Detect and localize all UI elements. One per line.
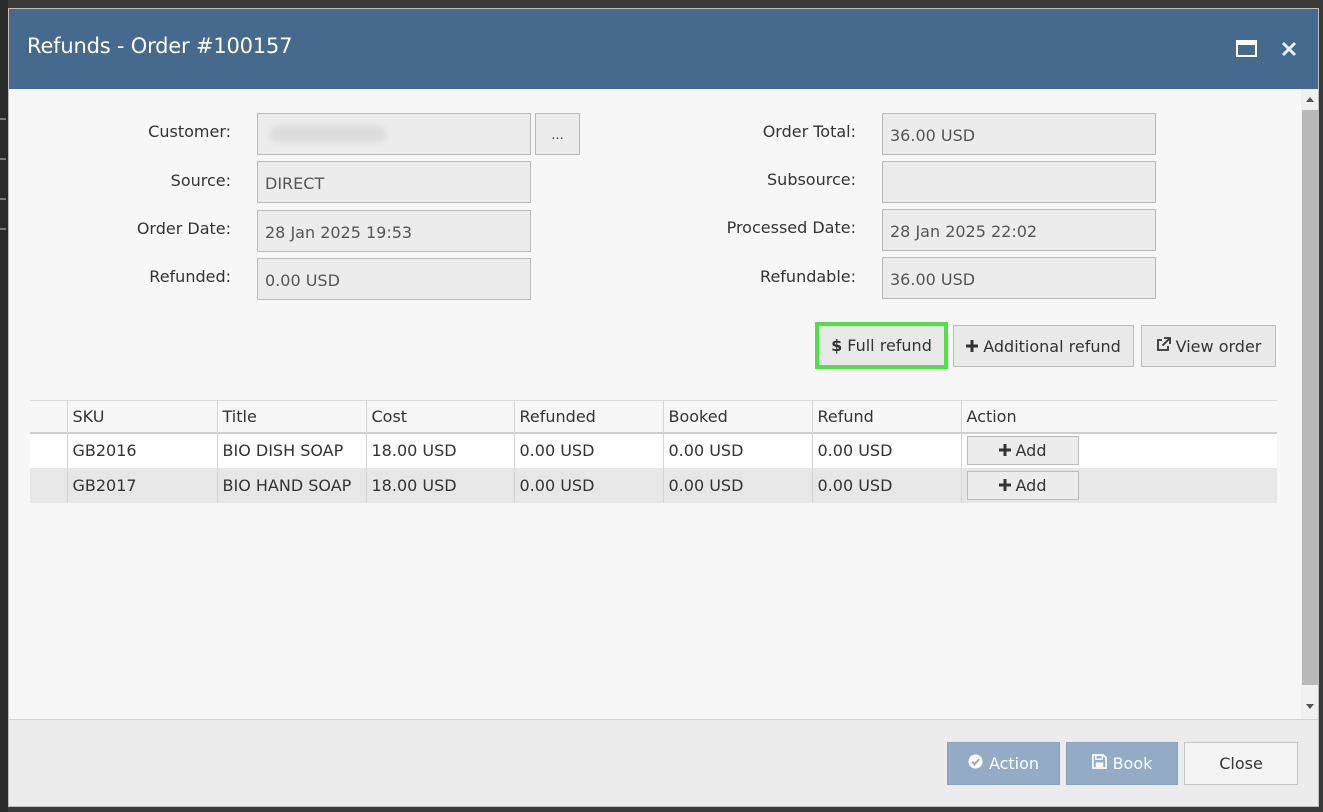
close-icon[interactable] [1277, 37, 1301, 61]
table-header-row: SKU Title Cost Refunded Booked Refund Ac… [30, 400, 1277, 434]
refund-cell: 0.00 USD [812, 432, 962, 468]
column-header-action: Action [961, 400, 1277, 434]
refunded-cell: 0.00 USD [514, 467, 664, 503]
additional-refund-label: Additional refund [983, 336, 1121, 356]
title-cell: BIO HAND SOAP [217, 467, 367, 503]
table-row[interactable]: GB2017 BIO HAND SOAP 18.00 USD 0.00 USD … [30, 467, 1277, 503]
add-item-label: Add [1015, 475, 1047, 495]
view-order-label: View order [1175, 336, 1262, 356]
backdrop-mark [0, 118, 6, 120]
additional-refund-button[interactable]: Additional refund [953, 325, 1134, 367]
dollar-icon: $ [831, 336, 843, 355]
column-header-cost[interactable]: Cost [366, 400, 515, 434]
full-refund-label: Full refund [847, 336, 932, 355]
action-button[interactable]: Action [947, 742, 1060, 785]
add-item-button[interactable]: Add [966, 436, 1079, 465]
processed-date-field[interactable]: 28 Jan 2025 22:02 [882, 209, 1156, 251]
backdrop-mark [0, 228, 6, 230]
action-cell: Add [961, 432, 1277, 468]
book-button-label: Book [1112, 754, 1153, 773]
scroll-thumb[interactable] [1302, 110, 1318, 685]
processed-date-label: Processed Date: [726, 218, 856, 237]
customer-label: Customer: [148, 122, 231, 141]
refund-items-table: SKU Title Cost Refunded Booked Refund Ac… [30, 400, 1277, 503]
customer-name-redacted [270, 126, 386, 142]
row-select-cell[interactable] [30, 432, 68, 468]
add-item-label: Add [1015, 441, 1047, 460]
dialog-body: Customer: ... Source: DIRECT Order Date:… [9, 89, 1301, 719]
dialog-footer: Action Book Close [9, 719, 1318, 806]
action-button-label: Action [988, 754, 1040, 773]
close-button-label: Close [1219, 754, 1263, 773]
column-header-sku[interactable]: SKU [67, 400, 218, 434]
check-circle-icon [968, 754, 983, 773]
dialog-header: Refunds - Order #100157 [9, 9, 1318, 89]
refundable-field[interactable]: 36.00 USD [882, 257, 1156, 299]
table-row[interactable]: GB2016 BIO DISH SOAP 18.00 USD 0.00 USD … [30, 432, 1277, 468]
subsource-field[interactable] [882, 161, 1156, 203]
refunded-label: Refunded: [149, 267, 231, 286]
backdrop-mark [0, 158, 6, 160]
sku-cell: GB2016 [67, 432, 218, 468]
refund-cell: 0.00 USD [812, 467, 962, 503]
column-header-booked[interactable]: Booked [663, 400, 813, 434]
add-item-button[interactable]: Add [966, 470, 1079, 500]
column-header-refunded[interactable]: Refunded [514, 400, 664, 434]
action-cell: Add [961, 467, 1277, 503]
order-total-label: Order Total: [762, 122, 856, 141]
source-field[interactable]: DIRECT [257, 161, 531, 203]
maximize-icon[interactable] [1235, 37, 1259, 61]
column-header-select [30, 400, 68, 434]
body-scrollbar[interactable] [1301, 89, 1318, 719]
row-select-cell[interactable] [30, 467, 68, 503]
cost-cell: 18.00 USD [366, 432, 515, 468]
cost-cell: 18.00 USD [366, 467, 515, 503]
order-date-label: Order Date: [136, 219, 231, 238]
external-link-icon [1156, 336, 1171, 356]
backdrop [0, 0, 8, 812]
booked-cell: 0.00 USD [663, 432, 813, 468]
save-icon [1091, 754, 1107, 773]
refunded-field[interactable]: 0.00 USD [257, 258, 531, 300]
close-button[interactable]: Close [1184, 742, 1298, 785]
source-label: Source: [170, 171, 231, 190]
refunded-cell: 0.00 USD [514, 432, 664, 468]
scroll-up-icon[interactable] [1306, 97, 1314, 102]
book-button[interactable]: Book [1066, 742, 1178, 785]
refundable-label: Refundable: [760, 267, 856, 286]
plus-icon [998, 441, 1011, 460]
view-order-button[interactable]: View order [1141, 325, 1276, 367]
refunds-dialog: Refunds - Order #100157 Customer: ... So… [8, 8, 1319, 807]
title-cell: BIO DISH SOAP [217, 432, 367, 468]
customer-lookup-button[interactable]: ... [535, 113, 580, 155]
dialog-title: Refunds - Order #100157 [27, 34, 293, 58]
customer-field[interactable] [257, 113, 531, 155]
column-header-refund[interactable]: Refund [812, 400, 962, 434]
column-header-title[interactable]: Title [217, 400, 367, 434]
sku-cell: GB2017 [67, 467, 218, 503]
scroll-down-icon[interactable] [1306, 704, 1314, 709]
backdrop-mark [0, 198, 6, 200]
full-refund-button[interactable]: $ Full refund [815, 322, 948, 369]
subsource-label: Subsource: [767, 170, 856, 189]
plus-icon [998, 476, 1011, 495]
plus-icon [966, 337, 979, 356]
order-date-field[interactable]: 28 Jan 2025 19:53 [257, 210, 531, 252]
order-total-field[interactable]: 36.00 USD [882, 113, 1156, 155]
booked-cell: 0.00 USD [663, 467, 813, 503]
